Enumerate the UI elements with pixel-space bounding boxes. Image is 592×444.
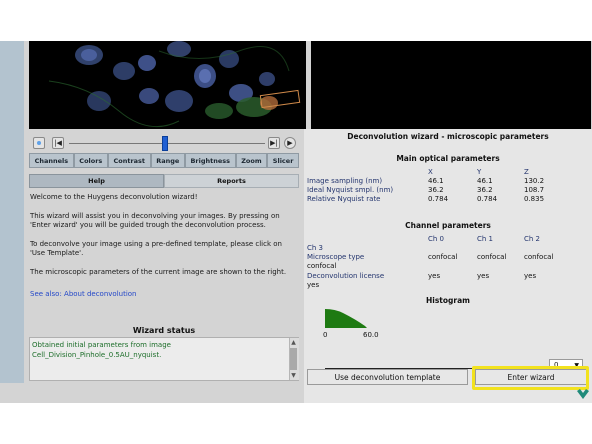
microscope-type-ch2: confocal [524, 253, 554, 261]
microscope-type-ch3: confocal [307, 262, 337, 270]
histogram-tick-60: 60.0 [363, 331, 379, 339]
microscope-type-ch0: confocal [428, 253, 458, 261]
bottom-strip [0, 403, 592, 444]
image-sampling-x: 46.1 [428, 177, 444, 185]
use-template-button[interactable]: Use deconvolution template [307, 369, 468, 385]
tool-range[interactable]: Range [150, 153, 185, 168]
tool-slicer[interactable]: Slicer [267, 153, 299, 168]
image-sampling-label: Image sampling (nm) [307, 177, 383, 185]
col-ch0: Ch 0 [428, 235, 445, 243]
image-sampling-z: 130.2 [524, 177, 545, 185]
channel-section-title: Channel parameters [405, 221, 491, 230]
microscope-type-label: Microscope type [307, 253, 365, 261]
play-mode-button[interactable] [33, 137, 45, 149]
help-parameters: The microscopic parameters of the curren… [30, 267, 287, 276]
huygens-window: |◀ ▶| ▶ Channels Colors Contrast Range B… [0, 41, 592, 403]
image-sampling-y: 46.1 [477, 177, 493, 185]
col-ch3: Ch 3 [307, 244, 324, 252]
tab-reports[interactable]: Reports [164, 174, 299, 188]
license-ch3: yes [307, 281, 320, 289]
license-ch0: yes [428, 272, 441, 280]
col-ch2: Ch 2 [524, 235, 541, 243]
microscope-type-ch1: confocal [477, 253, 507, 261]
tool-brightness[interactable]: Brightness [184, 153, 236, 168]
help-intro: This wizard will assist you in deconvolv… [30, 211, 280, 230]
tool-zoom[interactable]: Zoom [235, 153, 268, 168]
panel-title: Deconvolution wizard - microscopic param… [347, 132, 549, 141]
first-frame-button[interactable]: |◀ [52, 137, 64, 149]
ideal-nyquist-z: 108.7 [524, 186, 545, 194]
ideal-nyquist-x: 36.2 [428, 186, 444, 194]
ideal-nyquist-label: Ideal Nyquist smpl. (nm) [307, 186, 394, 194]
tab-help[interactable]: Help [29, 174, 164, 188]
histogram-tick-0: 0 [323, 331, 328, 339]
license-label: Deconvolution license [307, 272, 385, 280]
col-ch1: Ch 1 [477, 235, 494, 243]
help-welcome: Welcome to the Huygens deconvolution wiz… [30, 193, 198, 201]
enter-wizard-highlight [472, 366, 589, 390]
status-line: Cell_Division_Pinhole_0.5AU_nyquist. [32, 350, 162, 359]
slice-slider-thumb[interactable] [162, 136, 168, 151]
histogram-area [325, 309, 367, 328]
image-viewer-preview[interactable] [29, 41, 306, 129]
histogram-title: Histogram [426, 296, 470, 305]
license-ch1: yes [477, 272, 490, 280]
help-template: To deconvolve your image using a pre-def… [30, 239, 282, 258]
circle-icon [37, 141, 41, 145]
play-button[interactable]: ▶ [284, 137, 296, 149]
ideal-nyquist-y: 36.2 [477, 186, 493, 194]
viewer-tool-row: Channels Colors Contrast Range Brightnes… [29, 153, 299, 168]
status-line: Obtained initial parameters from image [32, 341, 171, 349]
skip-forward-icon: ▶| [270, 139, 278, 147]
optical-section-title: Main optical parameters [396, 154, 500, 163]
license-ch2: yes [524, 272, 537, 280]
relative-nyquist-y: 0.784 [477, 195, 498, 203]
relative-nyquist-z: 0.835 [524, 195, 545, 203]
scroll-thumb[interactable] [290, 348, 297, 370]
tool-contrast[interactable]: Contrast [107, 153, 151, 168]
col-y: Y [477, 168, 482, 176]
help-panel: Welcome to the Huygens deconvolution wiz… [30, 193, 292, 308]
about-deconvolution-link[interactable]: See also: About deconvolution [30, 290, 136, 298]
relative-nyquist-label: Relative Nyquist rate [307, 195, 381, 203]
image-viewer-result[interactable] [311, 41, 591, 129]
wizard-status-text: Obtained initial parameters from image C… [32, 341, 282, 360]
col-z: Z [524, 168, 529, 176]
left-side-strip [0, 41, 24, 383]
help-tab-bar: Help Reports [29, 174, 299, 188]
tool-channels[interactable]: Channels [29, 153, 74, 168]
col-x: X [428, 168, 433, 176]
skip-back-icon: |◀ [54, 139, 62, 147]
relative-nyquist-x: 0.784 [428, 195, 449, 203]
tool-colors[interactable]: Colors [73, 153, 108, 168]
huygens-logo-icon [577, 389, 589, 399]
microscopy-image [29, 41, 306, 129]
wizard-status-title: Wizard status [132, 326, 196, 335]
play-icon: ▶ [287, 139, 293, 147]
scroll-up-icon[interactable]: ▲ [290, 339, 297, 346]
histogram-plot [325, 309, 367, 328]
last-frame-button[interactable]: ▶| [268, 137, 280, 149]
scroll-down-icon[interactable]: ▼ [290, 372, 297, 379]
